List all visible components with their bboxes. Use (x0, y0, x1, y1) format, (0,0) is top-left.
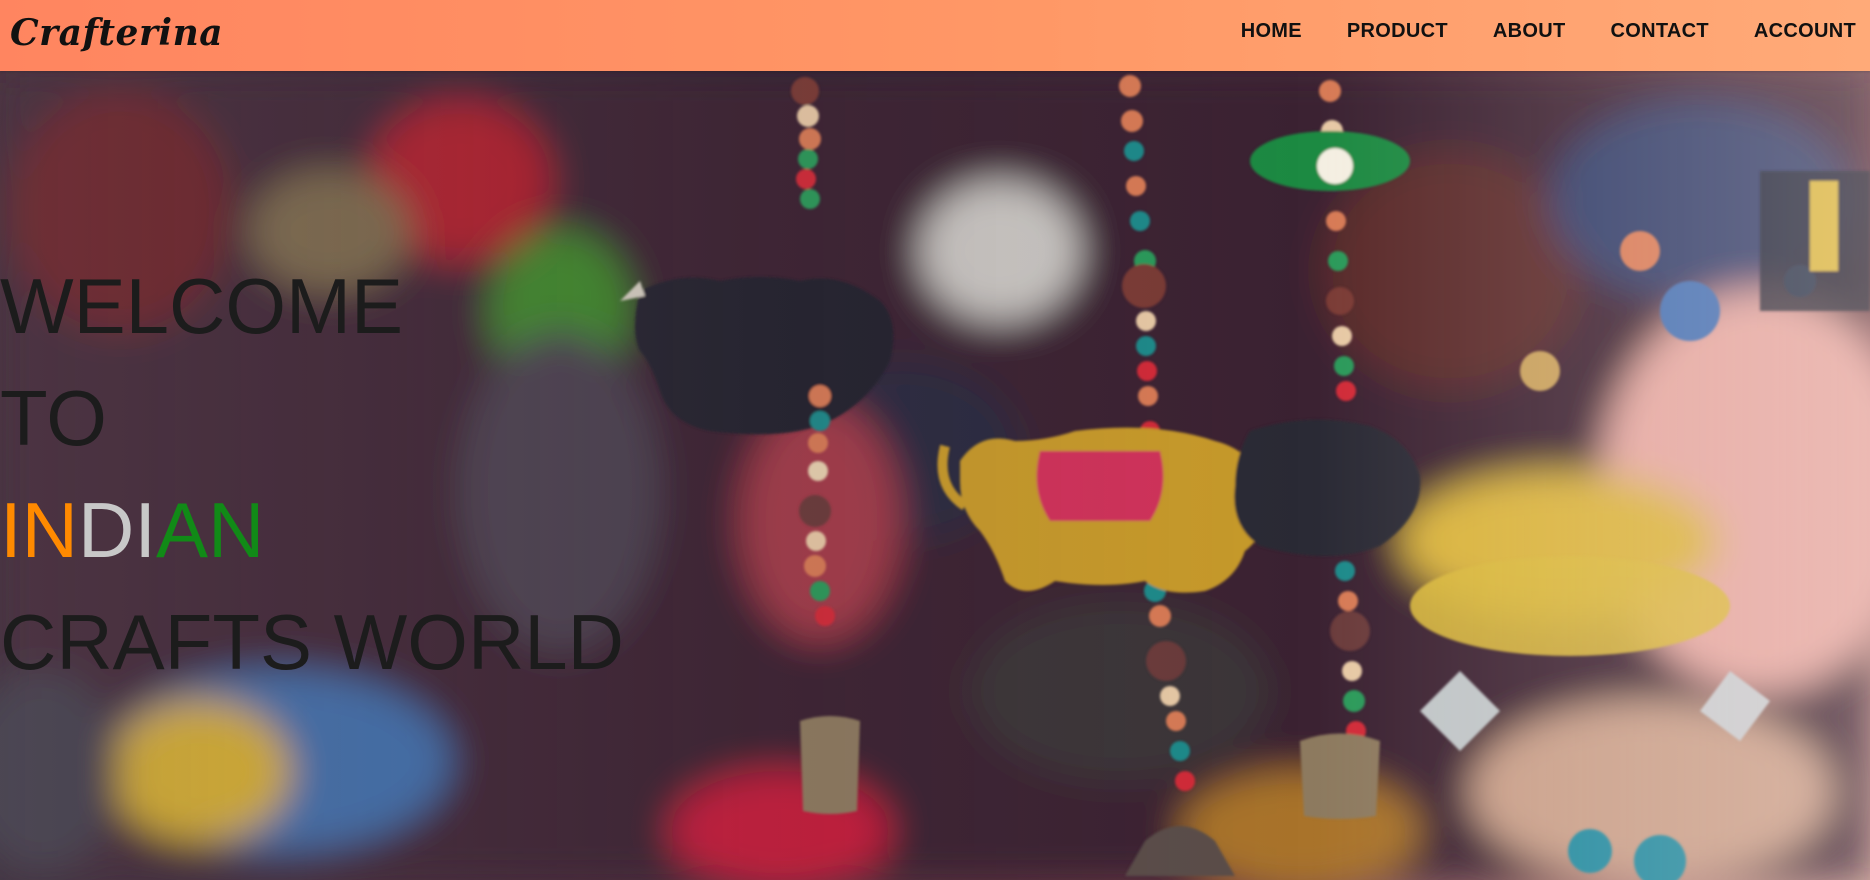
indian-white-part: DI (78, 486, 156, 574)
welcome-heading: WELCOME TO INDIAN CRAFTS WORLD (0, 250, 624, 698)
welcome-line-4: CRAFTS WORLD (0, 598, 624, 686)
welcome-line-3: INDIAN (0, 474, 624, 586)
brand-logo[interactable]: Crafterina (10, 12, 223, 54)
nav-product-link[interactable]: PRODUCT (1347, 20, 1448, 43)
main-nav: HOME PRODUCT ABOUT CONTACT ACCOUNT (1241, 20, 1856, 43)
indian-green-part: AN (156, 486, 265, 574)
nav-about-link[interactable]: ABOUT (1493, 20, 1566, 43)
nav-account-link[interactable]: ACCOUNT (1754, 20, 1856, 43)
nav-home-link[interactable]: HOME (1241, 20, 1302, 43)
indian-saffron-part: IN (0, 486, 78, 574)
welcome-line-2: TO (0, 374, 107, 462)
welcome-line-1: WELCOME (0, 262, 404, 350)
nav-contact-link[interactable]: CONTACT (1611, 20, 1709, 43)
top-navbar: Crafterina HOME PRODUCT ABOUT CONTACT AC… (0, 0, 1870, 71)
